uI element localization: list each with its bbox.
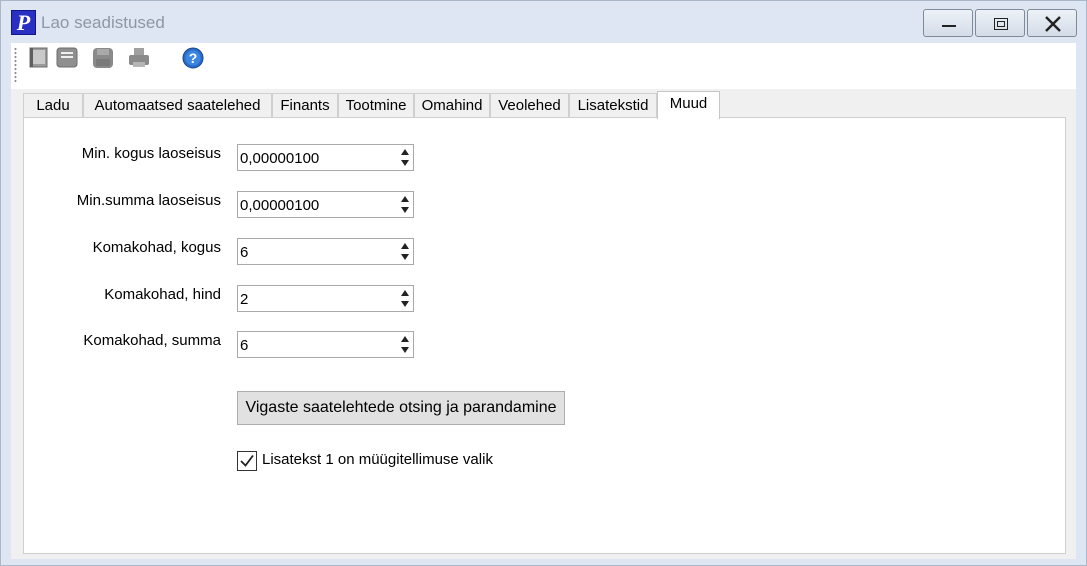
min-summa-label: Min.summa laoseisus (76, 192, 221, 209)
komakohad-hind-input[interactable] (240, 289, 390, 309)
komakohad-kogus-input[interactable] (240, 242, 390, 262)
spin-down-icon[interactable] (398, 299, 412, 310)
tab-automaatsed-saatelehed[interactable]: Automaatsed saatelehed (83, 93, 272, 118)
close-button[interactable] (1027, 9, 1077, 37)
komakohad-kogus-label: Komakohad, kogus (92, 239, 221, 256)
tab-ladu[interactable]: Ladu (23, 93, 83, 118)
toolbar: ? (11, 43, 1076, 89)
spin-down-icon[interactable] (398, 252, 412, 263)
spin-down-icon[interactable] (398, 158, 412, 169)
spin-up-icon[interactable] (398, 287, 412, 298)
spin-arrows (398, 146, 412, 169)
min-kogus-label: Min. kogus laoseisus (81, 145, 221, 162)
min-summa-input[interactable] (240, 195, 390, 215)
minimize-icon (942, 25, 956, 27)
print-icon[interactable] (128, 47, 150, 69)
komakohad-summa-label: Komakohad, summa (83, 332, 221, 349)
maximize-icon (994, 18, 1008, 30)
new-document-icon[interactable] (28, 47, 50, 69)
settings-window: P Lao seadistused ? Ladu Automaatsed saa… (0, 0, 1087, 566)
spin-arrows (398, 287, 412, 310)
tab-veolehed[interactable]: Veolehed (490, 93, 569, 118)
app-logo-icon: P (11, 10, 36, 35)
komakohad-summa-input[interactable] (240, 335, 390, 355)
komakohad-hind-stepper[interactable] (237, 285, 414, 312)
min-summa-stepper[interactable] (237, 191, 414, 218)
min-kogus-input[interactable] (240, 148, 390, 168)
spin-up-icon[interactable] (398, 146, 412, 157)
spin-up-icon[interactable] (398, 193, 412, 204)
window-title: Lao seadistused (41, 13, 165, 32)
toolbar-grip[interactable] (14, 47, 17, 83)
komakohad-kogus-stepper[interactable] (237, 238, 414, 265)
save-icon[interactable] (92, 47, 114, 69)
minimize-button[interactable] (923, 9, 973, 37)
close-icon (1045, 16, 1061, 32)
checkmark-icon (240, 454, 254, 467)
spin-up-icon[interactable] (398, 240, 412, 251)
form-icon[interactable] (56, 47, 78, 69)
spin-down-icon[interactable] (398, 205, 412, 216)
maximize-button[interactable] (975, 9, 1025, 37)
help-icon[interactable]: ? (182, 47, 204, 69)
tab-omahind[interactable]: Omahind (414, 93, 490, 118)
komakohad-hind-label: Komakohad, hind (104, 286, 221, 303)
svg-text:?: ? (189, 50, 198, 66)
spin-up-icon[interactable] (398, 333, 412, 344)
muud-panel: Min. kogus laoseisus Min.summa laoseisus… (23, 117, 1066, 554)
title-bar[interactable]: P Lao seadistused (1, 1, 1086, 43)
komakohad-summa-stepper[interactable] (237, 331, 414, 358)
lisatekst-checkbox-label: Lisatekst 1 on müügitellimuse valik (262, 451, 493, 468)
fix-invoices-button[interactable]: Vigaste saatelehtede otsing ja parandami… (237, 391, 565, 425)
tab-finants[interactable]: Finants (272, 93, 338, 118)
lisatekst-checkbox[interactable] (237, 451, 257, 471)
spin-arrows (398, 193, 412, 216)
spin-arrows (398, 333, 412, 356)
min-kogus-stepper[interactable] (237, 144, 414, 171)
spin-down-icon[interactable] (398, 345, 412, 356)
tab-tootmine[interactable]: Tootmine (338, 93, 414, 118)
tab-lisatekstid[interactable]: Lisatekstid (569, 93, 657, 118)
tab-muud[interactable]: Muud (657, 91, 720, 119)
spin-arrows (398, 240, 412, 263)
